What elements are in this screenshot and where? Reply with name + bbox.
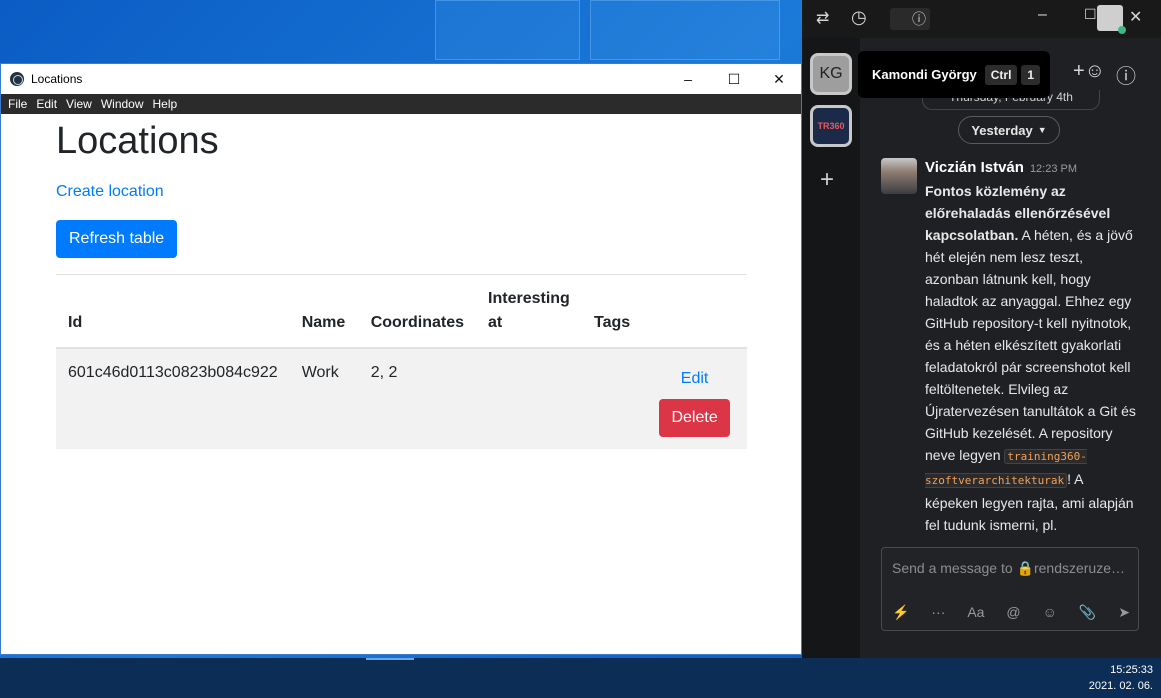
create-location-link[interactable]: Create location [56, 182, 747, 202]
clock-date: 2021. 02. 06. [1088, 680, 1153, 692]
server-tooltip: Kamondi György Ctrl 1 [858, 51, 1050, 98]
column-header-interesting-at: Interesting at [476, 275, 583, 349]
emoji-icon[interactable]: ☺ [1043, 604, 1057, 621]
chat-title-bar: ⇄ ◷ ⓘ – ☐ ✕ [802, 0, 1161, 38]
column-header-coordinates: Coordinates [358, 275, 477, 349]
page-title: Locations [56, 120, 219, 162]
table-header-row: Id Name Coordinates Interesting at Tags [56, 275, 747, 349]
date-pill-label: Yesterday [971, 122, 1033, 138]
message-input[interactable]: Send a message to 🔒rendszeruze… [892, 560, 1130, 577]
send-icon[interactable]: ➤ [1118, 604, 1130, 621]
locations-window: Locations – ☐ ✕ File Edit View Window He… [0, 63, 802, 655]
close-icon[interactable]: ✕ [1129, 7, 1142, 27]
taskbar: 15:25:33 2021. 02. 06. [0, 658, 1161, 698]
format-icon[interactable]: Aa [967, 604, 984, 621]
cell-name: Work [301, 364, 339, 381]
chevron-down-icon: ▼ [1037, 125, 1047, 135]
maximize-icon[interactable]: ☐ [1084, 6, 1097, 23]
column-header-id: Id [56, 275, 290, 349]
taskbar-clock[interactable]: 15:25:33 2021. 02. 06. [1089, 662, 1153, 694]
electron-app-icon [10, 72, 24, 86]
message-author[interactable]: Viczián István [925, 159, 1024, 176]
sidebar-toggle-icon[interactable]: ⇄ [816, 8, 829, 28]
locations-table: Id Name Coordinates Interesting at Tags … [56, 275, 747, 449]
close-icon[interactable]: ✕ [756, 64, 802, 94]
online-status-icon [1118, 26, 1126, 34]
help-icon[interactable]: ⓘ [890, 8, 930, 30]
cell-actions: Edit Delete [642, 348, 747, 449]
chat-message: Viczián István 12:23 PM Fontos közlemény … [925, 156, 1137, 546]
maximize-icon[interactable]: ☐ [711, 64, 757, 94]
title-bar[interactable]: Locations – ☐ ✕ [1, 64, 801, 94]
mention-icon[interactable]: @ [1006, 604, 1020, 621]
lightning-icon[interactable]: ⚡ [892, 604, 909, 621]
windows-logo-pane [435, 0, 580, 60]
menu-window[interactable]: Window [101, 97, 144, 111]
menu-view[interactable]: View [66, 97, 92, 111]
delete-button[interactable]: Delete [659, 399, 730, 437]
server-kg[interactable]: KG [810, 53, 852, 95]
cell-id: 601c46d0113c0823b084c922 [68, 364, 278, 381]
composer-toolbar: ⚡ ··· Aa @ ☺ 📎 ➤ [892, 604, 1130, 621]
windows-logo-pane [590, 0, 780, 60]
date-separator-pill[interactable]: Yesterday ▼ [958, 116, 1060, 144]
author-avatar[interactable] [881, 158, 917, 194]
menu-bar: File Edit View Window Help [1, 94, 801, 114]
message-text-1: A héten, és a jövő hét elején nem lesz t… [925, 227, 1136, 463]
server-rail: KG TR360 + [802, 38, 860, 658]
cell-interesting-at [476, 348, 582, 449]
history-icon[interactable]: ◷ [851, 7, 867, 28]
server-tr360[interactable]: TR360 [810, 105, 852, 147]
tooltip-name: Kamondi György [872, 67, 977, 82]
cell-tags [582, 348, 642, 449]
table-row: 601c46d0113c0823b084c922 Work 2, 2 Edit … [56, 348, 747, 449]
clock-time: 15:25:33 [1110, 664, 1153, 676]
taskbar-active-indicator [366, 658, 414, 660]
menu-file[interactable]: File [8, 97, 27, 111]
minimize-icon[interactable]: – [665, 64, 711, 94]
tooltip-key: Ctrl [984, 64, 1018, 85]
add-server-icon[interactable]: + [820, 166, 834, 194]
column-header-tags: Tags [582, 275, 643, 349]
tooltip-number: 1 [1021, 64, 1041, 85]
menu-help[interactable]: Help [153, 97, 178, 111]
edit-link[interactable]: Edit [654, 367, 735, 391]
info-icon[interactable]: ⓘ [1116, 60, 1136, 89]
window-title: Locations [31, 72, 83, 86]
message-body: Fontos közlemény az előrehaladás ellenőr… [925, 180, 1137, 536]
column-header-actions [642, 275, 747, 349]
refresh-table-button[interactable]: Refresh table [56, 220, 178, 258]
minimize-icon[interactable]: – [1038, 6, 1047, 24]
message-time: 12:23 PM [1029, 163, 1078, 175]
menu-edit[interactable]: Edit [36, 97, 57, 111]
more-icon[interactable]: ··· [931, 604, 945, 621]
add-member-icon[interactable]: +☺ [1073, 60, 1105, 83]
message-composer: Send a message to 🔒rendszeruze… ⚡ ··· Aa… [881, 547, 1139, 631]
attachment-icon[interactable]: 📎 [1079, 604, 1096, 621]
cell-coordinates: 2, 2 [370, 364, 398, 381]
main-content: Locations Create location Refresh table … [56, 116, 747, 449]
column-header-name: Name [289, 275, 359, 349]
